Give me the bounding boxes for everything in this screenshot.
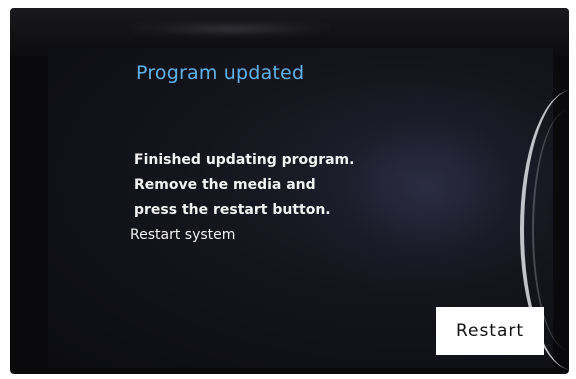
message-line: press the restart button.: [134, 202, 331, 218]
glare-streak: [130, 22, 330, 36]
restart-button[interactable]: Restart: [436, 307, 544, 355]
photo-frame: Program updated Finished updating progra…: [0, 0, 576, 379]
status-message: Finished updating program. Remove the me…: [130, 148, 434, 248]
message-line: Finished updating program.: [134, 152, 355, 168]
message-line: Remove the media and: [134, 177, 316, 193]
screen-title: Program updated: [136, 62, 305, 84]
message-line: Restart system: [130, 227, 236, 243]
